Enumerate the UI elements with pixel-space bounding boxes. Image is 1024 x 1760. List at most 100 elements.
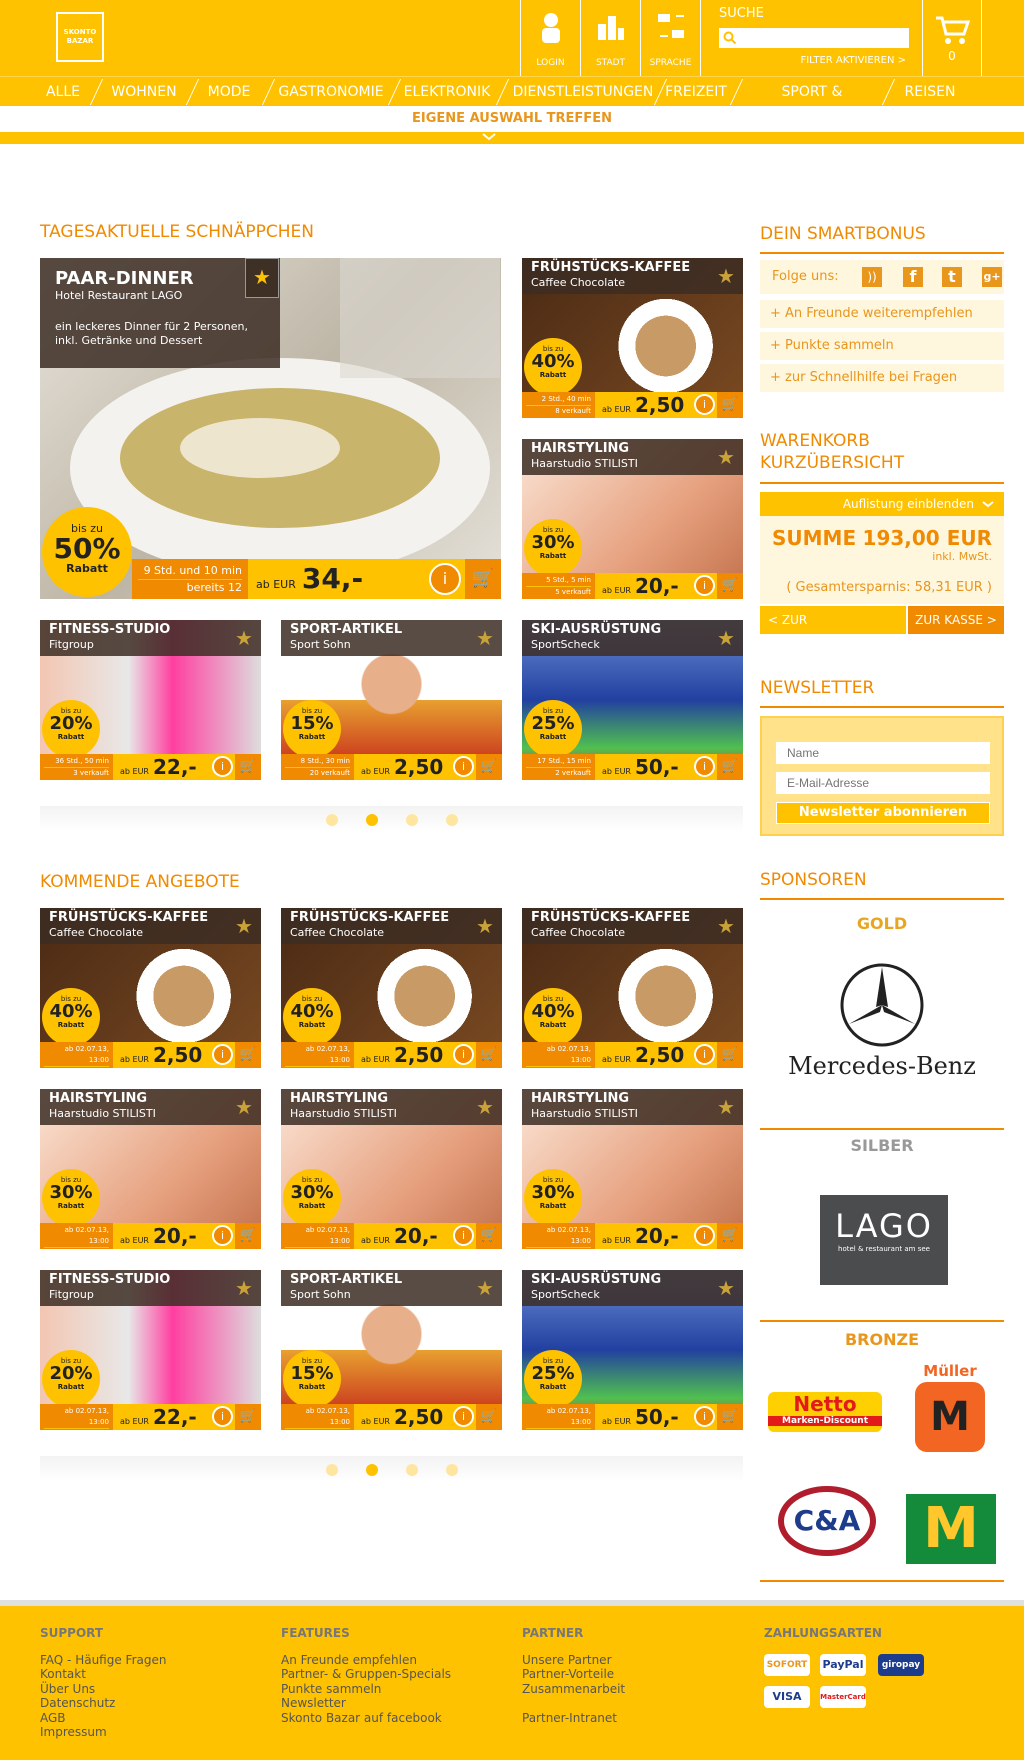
help-link[interactable]: + zur Schnellhilfe bei Fragen (760, 364, 1004, 392)
deal-card[interactable]: FRÜHSTÜCKS-KAFFEE Caffee Chocolate ★ bis … (281, 908, 502, 1068)
mcdonalds-logo[interactable]: M (906, 1494, 996, 1564)
add-to-cart-button[interactable]: 🛒 (717, 754, 743, 780)
main-deal-card[interactable]: PAAR-DINNER Hotel Restaurant LAGO ein le… (40, 258, 501, 599)
deal-card[interactable]: SKI-AUSRÜSTUNG SportScheck ★ bis zu 25% Rab… (522, 620, 743, 780)
deal-card[interactable]: FRÜHSTÜCKS-KAFFEE Caffee Chocolate ★ bis … (522, 258, 743, 418)
deal-card[interactable]: FITNESS-STUDIO Fitgroup ★ bis zu 20% Rabatt… (40, 1270, 261, 1430)
deal-card[interactable]: HAIRSTYLING Haarstudio STILISTI ★ bis zu 3… (522, 1089, 743, 1249)
googleplus-icon[interactable]: g+ (982, 267, 1002, 287)
info-icon[interactable]: i (429, 563, 461, 595)
add-to-cart-button[interactable]: 🛒 (717, 1042, 743, 1068)
expand-bar[interactable] (0, 132, 1024, 144)
add-to-cart-button[interactable]: 🛒 (476, 754, 502, 780)
favorite-star-icon[interactable]: ★ (709, 908, 743, 944)
footer-link[interactable]: Punkte sammeln (281, 1682, 451, 1697)
ca-logo[interactable]: C&A (778, 1486, 876, 1556)
detail-view-button[interactable]: < ZUR DETAILANSICHT (760, 606, 906, 655)
pager-dot-active[interactable] (366, 814, 378, 826)
favorite-star-icon[interactable]: ★ (468, 908, 502, 944)
footer-link[interactable]: Zusammenarbeit (522, 1682, 625, 1697)
own-selection-link[interactable]: EIGENE AUSWAHL TREFFEN (0, 106, 1024, 132)
favorite-star-icon[interactable]: ★ (468, 1270, 502, 1306)
add-to-cart-button[interactable]: 🛒 (465, 559, 501, 599)
deal-card[interactable]: FRÜHSTÜCKS-KAFFEE Caffee Chocolate ★ bis … (40, 908, 261, 1068)
footer-link[interactable]: AGB (40, 1711, 166, 1726)
footer-link[interactable]: Skonto Bazar auf facebook (281, 1711, 451, 1726)
pager-dot-active[interactable] (366, 1464, 378, 1476)
deal-card[interactable]: FRÜHSTÜCKS-KAFFEE Caffee Chocolate ★ bis … (522, 908, 743, 1068)
favorite-star-icon[interactable]: ★ (709, 439, 743, 475)
deal-card[interactable]: HAIRSTYLING Haarstudio STILISTI ★ bis zu 3… (281, 1089, 502, 1249)
info-icon[interactable]: i (453, 756, 474, 777)
city-button[interactable]: STADT (580, 0, 640, 76)
deal-card[interactable]: HAIRSTYLING Haarstudio STILISTI ★ bis zu 3… (522, 439, 743, 599)
nav-item[interactable]: SPORT & WELLNESS (742, 77, 882, 130)
netto-logo[interactable]: Netto Marken-Discount (768, 1392, 882, 1432)
deal-card[interactable]: FITNESS-STUDIO Fitgroup ★ bis zu 20% Rabatt… (40, 620, 261, 780)
login-button[interactable]: LOGIN (520, 0, 580, 76)
add-to-cart-button[interactable]: 🛒 (476, 1404, 502, 1430)
subscribe-button[interactable]: Newsletter abonnieren (776, 802, 990, 824)
deal-card[interactable]: SPORT-ARTIKEL Sport Sohn ★ bis zu 15% Rabat… (281, 620, 502, 780)
nav-item[interactable]: ELEKTRONIK (400, 77, 494, 107)
nav-item[interactable]: MODE (198, 77, 260, 107)
info-icon[interactable]: i (694, 394, 715, 415)
add-to-cart-button[interactable]: 🛒 (476, 1042, 502, 1068)
info-icon[interactable]: i (212, 1225, 233, 1246)
pager-dot[interactable] (446, 1464, 458, 1476)
twitter-icon[interactable]: t (942, 267, 962, 287)
add-to-cart-button[interactable]: 🛒 (717, 1223, 743, 1249)
language-button[interactable]: SPRACHE (640, 0, 700, 76)
email-input[interactable] (776, 772, 990, 794)
pager-dot[interactable] (326, 814, 338, 826)
info-icon[interactable]: i (694, 1044, 715, 1065)
filter-link[interactable]: FILTER AKTIVIEREN > (800, 55, 906, 66)
cart-toggle[interactable]: Auflistung einblenden (760, 492, 1004, 516)
nav-item[interactable]: DIENSTLEISTUNGEN (508, 77, 658, 107)
favorite-star-icon[interactable]: ★ (245, 258, 279, 298)
deal-card[interactable]: SKI-AUSRÜSTUNG SportScheck ★ bis zu 25% Rab… (522, 1270, 743, 1430)
footer-link[interactable]: Partner-Vorteile (522, 1667, 625, 1682)
footer-link[interactable]: Kontakt (40, 1667, 166, 1682)
add-to-cart-button[interactable]: 🛒 (717, 573, 743, 599)
cart-button[interactable]: 0 (922, 0, 982, 76)
footer-link[interactable]: FAQ - Häufige Fragen (40, 1653, 166, 1668)
pager-dot[interactable] (406, 814, 418, 826)
info-icon[interactable]: i (694, 1406, 715, 1427)
logo[interactable]: SKONTO BAZAR (56, 12, 104, 62)
info-icon[interactable]: i (453, 1225, 474, 1246)
info-icon[interactable]: i (212, 756, 233, 777)
add-to-cart-button[interactable]: 🛒 (235, 1223, 261, 1249)
mueller-logo[interactable]: Müller M (912, 1362, 988, 1454)
info-icon[interactable]: i (694, 1225, 715, 1246)
checkout-button[interactable]: ZUR KASSE > (908, 606, 1004, 634)
deal-card[interactable]: HAIRSTYLING Haarstudio STILISTI ★ bis zu 3… (40, 1089, 261, 1249)
footer-link[interactable]: Datenschutz (40, 1696, 166, 1711)
pager-dot[interactable] (406, 1464, 418, 1476)
search-input[interactable] (719, 28, 909, 48)
nav-item[interactable]: GASTRONOMIE (276, 77, 386, 107)
favorite-star-icon[interactable]: ★ (468, 1089, 502, 1125)
info-icon[interactable]: i (212, 1406, 233, 1427)
footer-link[interactable]: Unsere Partner (522, 1653, 625, 1668)
footer-link[interactable]: Partner- & Gruppen-Specials (281, 1667, 451, 1682)
info-icon[interactable]: i (453, 1044, 474, 1065)
favorite-star-icon[interactable]: ★ (468, 620, 502, 656)
pager-dot[interactable] (446, 814, 458, 826)
info-icon[interactable]: i (694, 756, 715, 777)
add-to-cart-button[interactable]: 🛒 (235, 754, 261, 780)
rss-icon[interactable]: )) (862, 267, 882, 287)
add-to-cart-button[interactable]: 🛒 (235, 1042, 261, 1068)
footer-link[interactable]: Partner-Intranet (522, 1711, 625, 1726)
add-to-cart-button[interactable]: 🛒 (717, 392, 743, 418)
footer-link[interactable]: Impressum (40, 1725, 166, 1740)
nav-item[interactable]: WOHNEN (104, 77, 184, 107)
footer-link[interactable]: An Freunde empfehlen (281, 1653, 451, 1668)
points-link[interactable]: + Punkte sammeln (760, 332, 1004, 360)
lago-logo[interactable]: LAGO hotel & restaurant am see (820, 1195, 948, 1285)
favorite-star-icon[interactable]: ★ (227, 1089, 261, 1125)
pager-dot[interactable] (326, 1464, 338, 1476)
favorite-star-icon[interactable]: ★ (227, 1270, 261, 1306)
add-to-cart-button[interactable]: 🛒 (235, 1404, 261, 1430)
name-input[interactable] (776, 742, 990, 764)
